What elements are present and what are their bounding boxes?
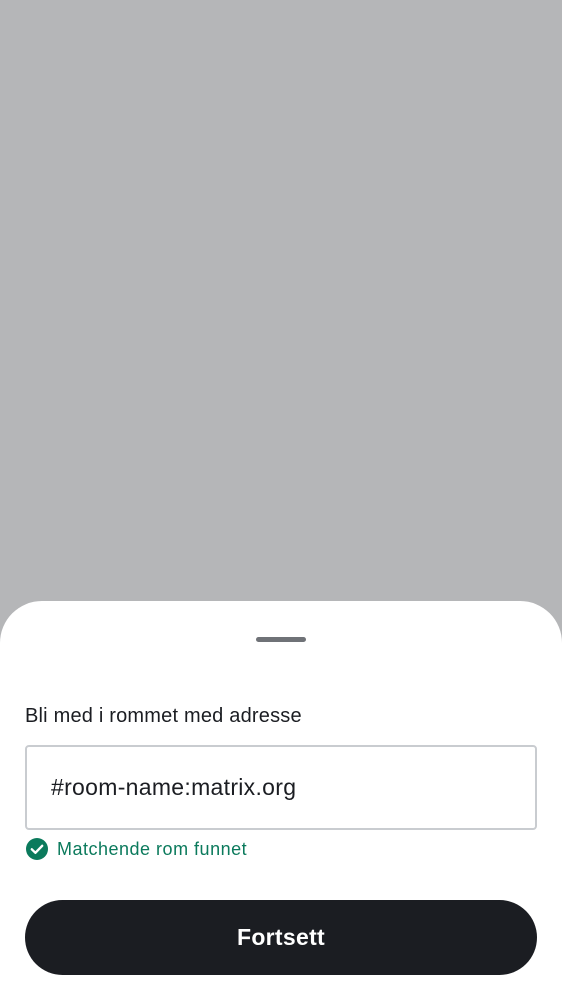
match-status: Matchende rom funnet	[25, 836, 247, 862]
continue-button-label: Fortsett	[236, 924, 325, 950]
check-circle-icon	[25, 837, 49, 861]
screen: Bli med i rommet med adresse #room-name:…	[0, 0, 562, 1000]
continue-button[interactable]: Fortsett	[25, 900, 537, 975]
bottom-sheet: Bli med i rommet med adresse #room-name:…	[0, 601, 562, 1000]
room-address-input[interactable]: #room-name:matrix.org	[25, 745, 537, 830]
address-field-label: Bli med i rommet med adresse	[25, 705, 302, 727]
drag-handle[interactable]	[256, 637, 306, 642]
match-status-text: Matchende rom funnet	[57, 838, 248, 859]
room-address-value: #room-name:matrix.org	[51, 774, 297, 800]
